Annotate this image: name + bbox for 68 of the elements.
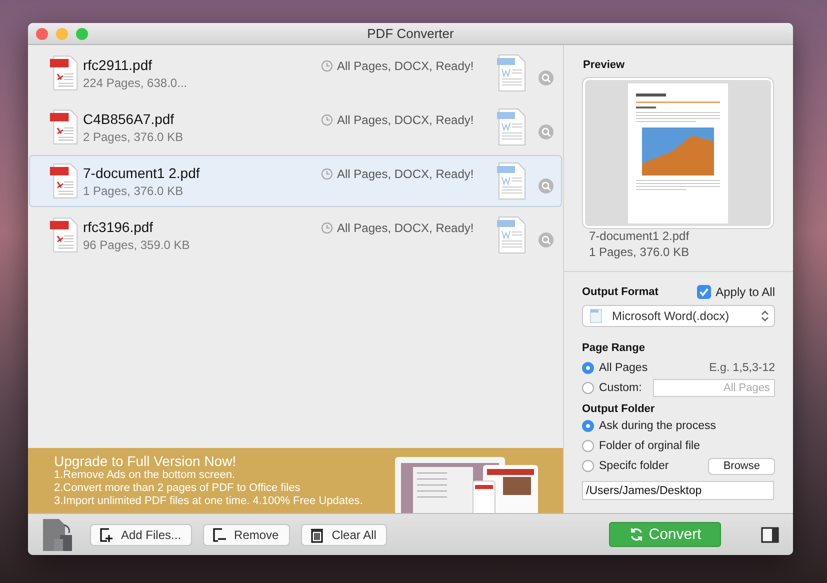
output-folder-radio[interactable]: Ask during the process: [582, 420, 716, 432]
file-info: 1 Pages, 376.0 KB: [83, 184, 184, 198]
file-info: 96 Pages, 359.0 KB: [83, 238, 191, 252]
pdf-file-icon: [49, 217, 79, 253]
sidebar-toggle-icon[interactable]: [761, 526, 779, 542]
custom-range-field[interactable]: All Pages: [653, 379, 775, 397]
pdf-file-icon: [49, 109, 79, 145]
search-icon[interactable]: [538, 178, 554, 194]
checkbox-icon[interactable]: [696, 285, 711, 299]
document-icon: [590, 309, 602, 323]
search-icon[interactable]: [538, 232, 554, 248]
refresh-icon: [628, 527, 644, 542]
format-dropdown[interactable]: Microsoft Word(.docx): [582, 305, 775, 327]
page-range-radio[interactable]: All Pages: [582, 362, 648, 374]
page-range-heading: Page Range: [582, 342, 645, 354]
file-status: All Pages, DOCX, Ready!: [337, 167, 475, 181]
file-row[interactable]: 7-document1 2.pdf 1 Pages, 376.0 KB All Pages, DOCX, Ready!: [29, 155, 562, 207]
apply-to-all-checkbox[interactable]: Apply to All: [696, 285, 775, 299]
toolbar-button[interactable]: Remove: [203, 524, 290, 546]
file-name: rfc3196.pdf: [83, 218, 154, 234]
file-info: 224 Pages, 638.0...: [83, 76, 188, 90]
clock-icon: [321, 60, 333, 72]
remove-file-icon: [212, 526, 226, 542]
banner-text: 3.Import unlimited PDF files at one time. 4.100% Free Updates.: [54, 495, 363, 508]
folder-path-field[interactable]: /Users/James/Desktop: [582, 481, 774, 500]
banner-text: 2.Convert more than 2 pages of PDF to Office files: [54, 482, 302, 495]
toolbar-button[interactable]: Add Files...: [90, 524, 192, 546]
window-title: PDF Converter: [367, 26, 454, 41]
search-icon[interactable]: [538, 124, 554, 140]
word-file-icon: [496, 162, 526, 200]
preview-file-info: 1 Pages, 376.0 KB: [589, 244, 690, 260]
file-status: All Pages, DOCX, Ready!: [337, 113, 475, 127]
word-file-icon: [496, 216, 526, 254]
banner-text: 1.Remove Ads on the bottom screen.: [54, 469, 236, 482]
output-folder-heading: Output Folder: [582, 403, 656, 415]
banner-title: Upgrade to Full Version Now!: [54, 453, 238, 469]
search-icon[interactable]: [538, 70, 554, 86]
clock-icon: [321, 222, 333, 234]
file-row[interactable]: C4B856A7.pdf 2 Pages, 376.0 KB All Pages, DOCX, Ready!: [29, 101, 562, 153]
browse-button[interactable]: Browse: [708, 458, 775, 474]
clock-icon: [321, 114, 333, 126]
pdf-file-icon: [49, 163, 79, 199]
toolbar-button[interactable]: Clear All: [300, 524, 388, 546]
file-info: 2 Pages, 376.0 KB: [83, 130, 184, 144]
output-format-heading: Output Format: [582, 286, 658, 298]
trash-icon: [310, 526, 324, 542]
word-file-icon: [496, 54, 526, 92]
add-file-icon: [99, 526, 113, 542]
page-range-hint: E.g. 1,5,3-12: [709, 362, 775, 374]
preview-file-name: 7-document1 2.pdf: [589, 228, 690, 244]
file-status: All Pages, DOCX, Ready!: [337, 221, 475, 235]
close-button[interactable]: [36, 28, 48, 40]
file-name: C4B856A7.pdf: [83, 110, 176, 126]
clock-icon: [321, 168, 333, 180]
file-row[interactable]: rfc2911.pdf 224 Pages, 638.0... All Pages, DOCX, Ready!: [29, 47, 562, 99]
file-row[interactable]: rfc3196.pdf 96 Pages, 359.0 KB All Pages, DOCX, Ready!: [29, 209, 562, 261]
minimize-button[interactable]: [56, 28, 68, 40]
file-status: All Pages, DOCX, Ready!: [337, 59, 475, 73]
page-range-radio[interactable]: Custom:: [582, 382, 642, 394]
chevron-updown-icon: [761, 310, 769, 322]
file-name: rfc2911.pdf: [83, 56, 154, 72]
pdf-file-icon: [49, 55, 79, 91]
file-name: 7-document1 2.pdf: [83, 164, 201, 180]
output-folder-radio[interactable]: Folder of orginal file: [582, 440, 700, 452]
preview-heading: Preview: [583, 59, 626, 71]
output-folder-radio[interactable]: Specifc folder: [582, 460, 669, 472]
zoom-button[interactable]: [76, 28, 88, 40]
word-file-icon: [496, 108, 526, 146]
